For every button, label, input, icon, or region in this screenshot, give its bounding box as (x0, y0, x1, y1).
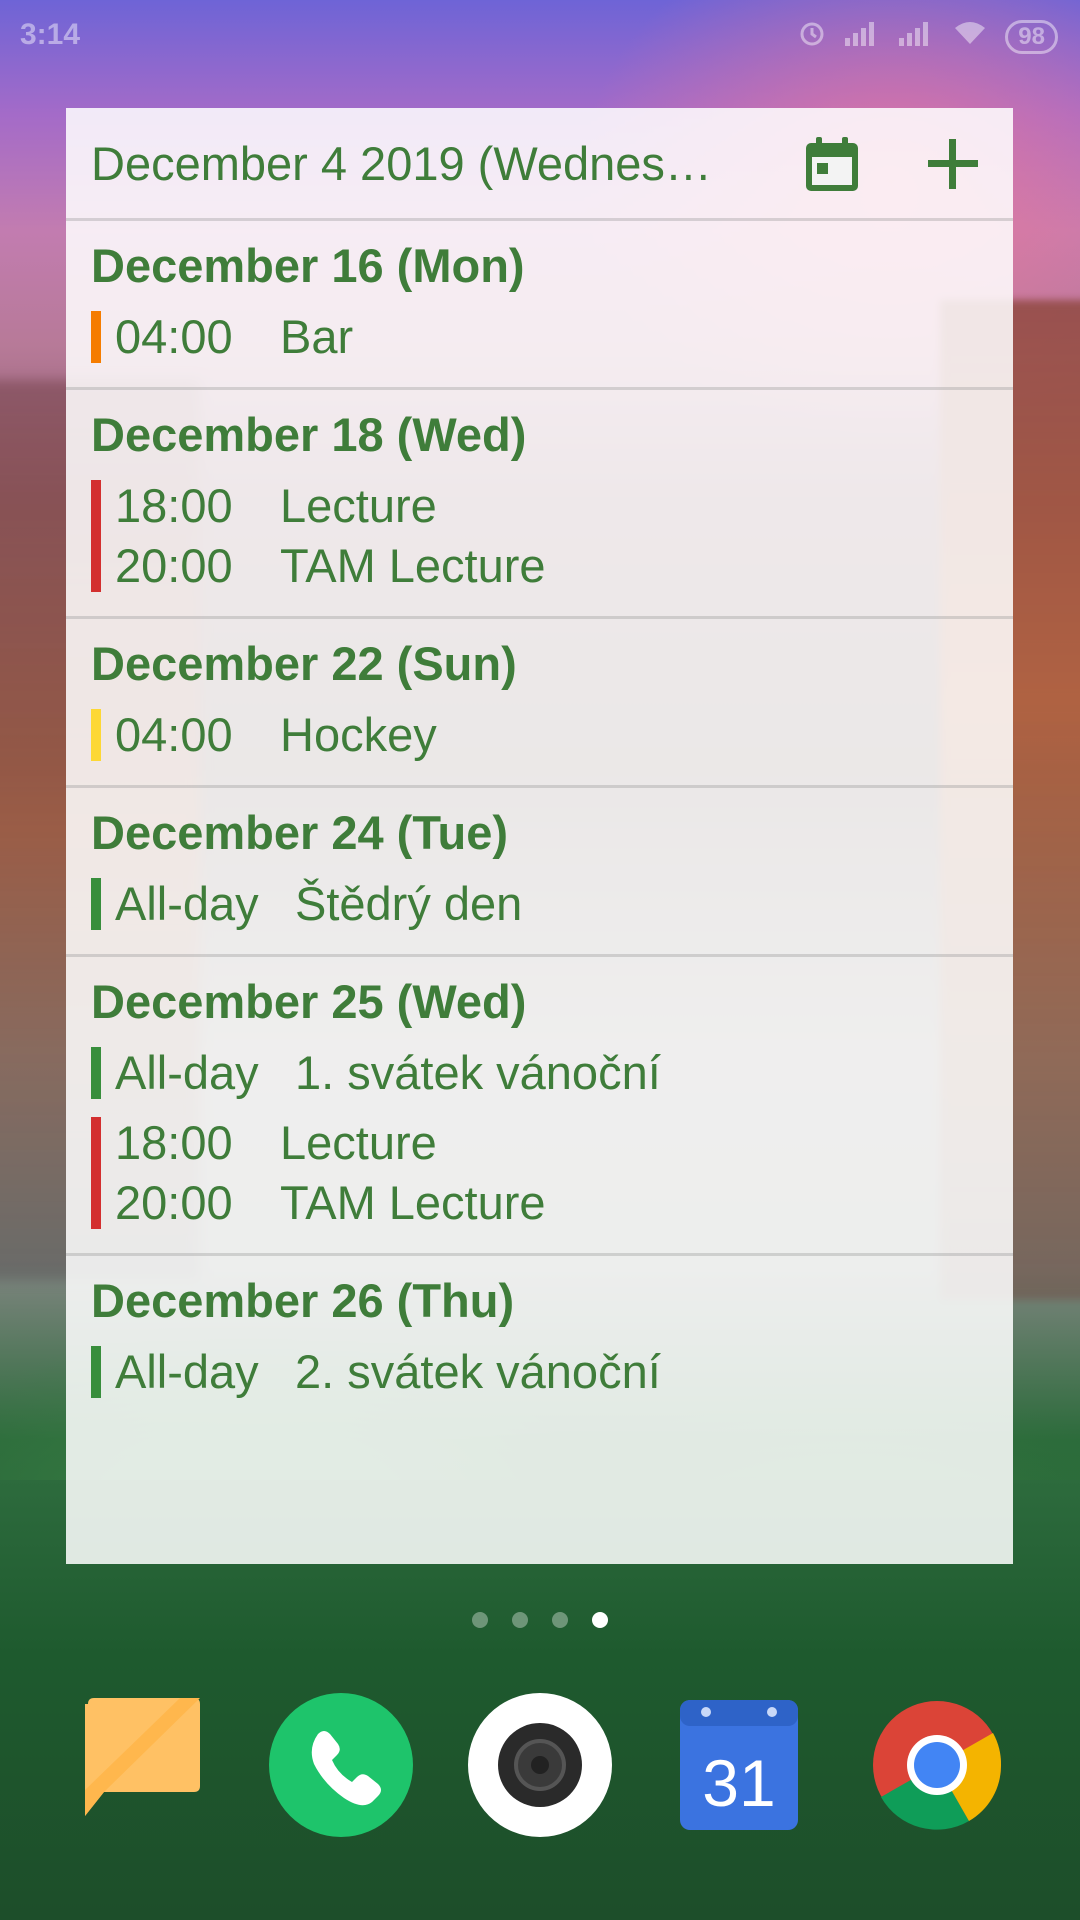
event-group: 04:00 Hockey (91, 705, 1013, 765)
agenda-day: December 24 (Tue) All-day Štědrý den (66, 788, 1013, 957)
event-time: 20:00 (115, 539, 233, 592)
status-bar: 3:14 98 (0, 0, 1080, 72)
event-item[interactable]: 04:00 Bar (115, 307, 1013, 367)
chrome-app-icon[interactable] (862, 1690, 1012, 1840)
event-time: 18:00 (115, 1116, 233, 1169)
page-dot[interactable] (512, 1612, 528, 1628)
day-title[interactable]: December 16 (Mon) (66, 221, 1013, 301)
event-item[interactable]: All-day Štědrý den (115, 874, 1013, 934)
calendar-color-bar (91, 878, 101, 930)
event-title: Bar (280, 310, 354, 363)
event-title: TAM Lecture (280, 1176, 546, 1229)
event-item[interactable]: 04:00 Hockey (115, 705, 1013, 765)
event-title: Lecture (280, 1116, 437, 1169)
wifi-icon (953, 20, 987, 54)
event-time: All-day (115, 1046, 259, 1099)
day-title[interactable]: December 22 (Sun) (66, 619, 1013, 699)
event-item[interactable]: 20:00 TAM Lecture (115, 1173, 1013, 1233)
event-group: 18:00 Lecture 20:00 TAM Lecture (91, 1113, 1013, 1233)
calendar-icon[interactable] (803, 135, 861, 193)
battery-icon: 98 (1005, 20, 1058, 54)
agenda-day: December 18 (Wed) 18:00 Lecture 20:00 TAM Le… (66, 390, 1013, 619)
day-title[interactable]: December 25 (Wed) (66, 957, 1013, 1037)
agenda-day: December 26 (Thu) All-day 2. svátek vánočn… (66, 1256, 1013, 1422)
calendar-color-bar (91, 1047, 101, 1099)
event-title: 2. svátek vánoční (295, 1345, 661, 1398)
current-date-title[interactable]: December 4 2019 (Wednes… (91, 136, 712, 191)
agenda-day: December 16 (Mon) 04:00 Bar (66, 221, 1013, 390)
event-group: 04:00 Bar (91, 307, 1013, 367)
signal-icon (899, 20, 935, 54)
camera-app-icon[interactable] (465, 1690, 615, 1840)
calendar-widget: December 4 2019 (Wednes… December 16 (Mo… (66, 108, 1013, 1564)
calendar-color-bar (91, 480, 101, 592)
calendar-app-icon[interactable]: 31 (664, 1690, 814, 1840)
event-title: 1. svátek vánoční (295, 1046, 661, 1099)
signal-icon (845, 20, 881, 54)
event-group: All-day Štědrý den (91, 874, 1013, 934)
event-group: 18:00 Lecture 20:00 TAM Lecture (91, 476, 1013, 596)
event-group: All-day 1. svátek vánoční (91, 1043, 1013, 1103)
dock: 31 (0, 1690, 1080, 1850)
calendar-color-bar (91, 311, 101, 363)
event-title: Štědrý den (295, 877, 523, 930)
event-title: TAM Lecture (280, 539, 546, 592)
agenda-day: December 22 (Sun) 04:00 Hockey (66, 619, 1013, 788)
event-item[interactable]: 18:00 Lecture (115, 476, 1013, 536)
status-time: 3:14 (20, 18, 81, 51)
event-item[interactable]: 20:00 TAM Lecture (115, 536, 1013, 596)
agenda-list: December 16 (Mon) 04:00 Bar December 18 (We… (66, 221, 1013, 1422)
phone-app-icon[interactable] (266, 1690, 416, 1840)
page-dot[interactable] (592, 1612, 608, 1628)
event-time: 18:00 (115, 479, 233, 532)
event-time: All-day (115, 877, 259, 930)
event-title: Hockey (280, 708, 437, 761)
event-time: 20:00 (115, 1176, 233, 1229)
event-item[interactable]: 18:00 Lecture (115, 1113, 1013, 1173)
event-time: All-day (115, 1345, 259, 1398)
event-title: Lecture (280, 479, 437, 532)
calendar-color-bar (91, 709, 101, 761)
alarm-icon (797, 18, 827, 56)
event-time: 04:00 (115, 310, 233, 363)
add-icon[interactable] (924, 135, 982, 193)
calendar-color-bar (91, 1117, 101, 1229)
event-group: All-day 2. svátek vánoční (91, 1342, 1013, 1402)
event-item[interactable]: All-day 2. svátek vánoční (115, 1342, 1013, 1402)
day-title[interactable]: December 18 (Wed) (66, 390, 1013, 470)
event-time: 04:00 (115, 708, 233, 761)
event-item[interactable]: All-day 1. svátek vánoční (115, 1043, 1013, 1103)
day-title[interactable]: December 26 (Thu) (66, 1256, 1013, 1336)
page-dot[interactable] (472, 1612, 488, 1628)
page-indicator (0, 1612, 1080, 1628)
day-title[interactable]: December 24 (Tue) (66, 788, 1013, 868)
notes-app-icon[interactable] (80, 1690, 230, 1840)
calendar-app-day: 31 (702, 1746, 775, 1820)
page-dot[interactable] (552, 1612, 568, 1628)
calendar-color-bar (91, 1346, 101, 1398)
agenda-day: December 25 (Wed) All-day 1. svátek vánočn… (66, 957, 1013, 1256)
widget-header: December 4 2019 (Wednes… (66, 108, 1013, 221)
